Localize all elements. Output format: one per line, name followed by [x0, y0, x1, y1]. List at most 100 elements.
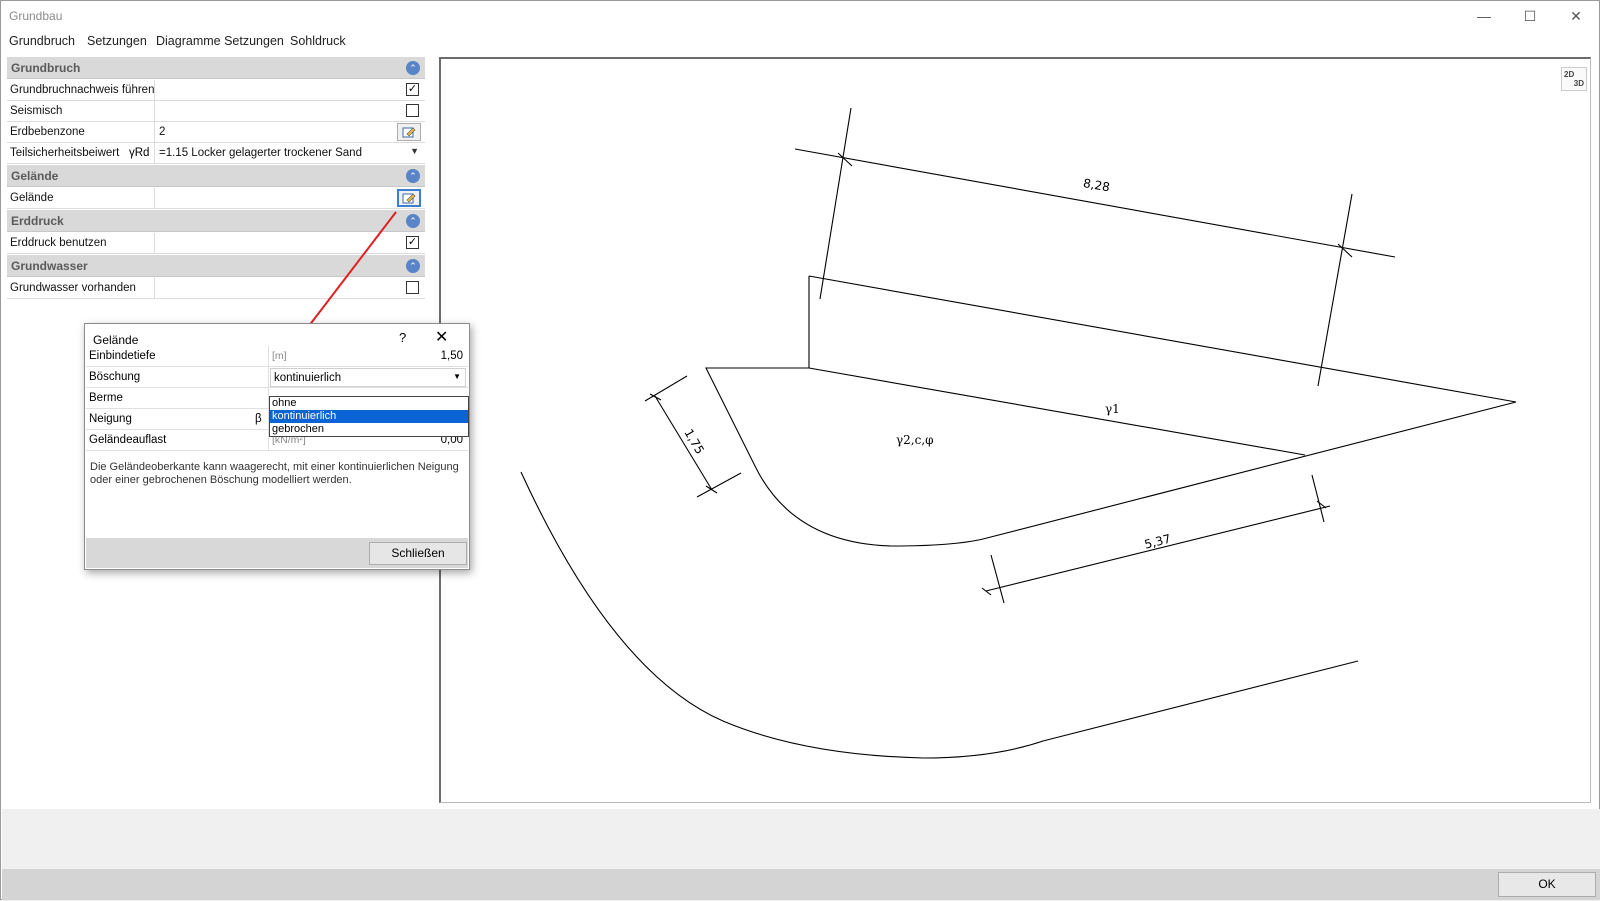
dim-bottom-label: 5,37	[1143, 532, 1172, 552]
tick-mark	[981, 587, 992, 596]
row-label: Neigung	[89, 413, 132, 425]
column-divider	[154, 143, 155, 164]
column-divider	[154, 80, 155, 101]
section-title: Grundbruch	[11, 61, 81, 75]
section-title: Gelände	[11, 169, 59, 183]
tick-mark	[1337, 243, 1353, 258]
window-title: Grundbau	[9, 9, 63, 23]
unit-label: [m]	[272, 350, 287, 362]
row-label: Erdbebenzone	[10, 126, 85, 138]
row-label: Grundwasser vorhanden	[10, 282, 136, 294]
chevron-down-icon[interactable]: ▼	[410, 146, 419, 156]
section-gelaende[interactable]: Gelände ⌃	[7, 165, 425, 187]
maximize-button[interactable]: ☐	[1507, 1, 1553, 31]
dim-bottom-ext-left	[990, 554, 1005, 604]
boeschung-dropdown-list: ohne kontinuierlich gebrochen	[269, 396, 469, 437]
close-window-button[interactable]: ✕	[1553, 1, 1599, 31]
gamma1-line	[808, 367, 1306, 456]
row-label: Seismisch	[10, 105, 63, 117]
section-erddruck[interactable]: Erddruck ⌃	[7, 210, 425, 232]
row-label: Berme	[89, 392, 123, 404]
row-label: Teilsicherheitsbeiwert	[10, 147, 120, 159]
drawing-canvas[interactable]: 8,28 1,75 5,37 γ1 γ2,c,φ	[439, 57, 1591, 803]
column-divider	[268, 367, 269, 388]
menu-grundbruch[interactable]: Grundbruch	[9, 34, 75, 48]
menu-diagramme-setzungen[interactable]: Diagramme Setzungen	[156, 34, 284, 48]
grundbruchnachweis-checkbox[interactable]: ✓	[406, 83, 419, 96]
slip-circle	[520, 471, 1359, 759]
menu-setzungen[interactable]: Setzungen	[87, 34, 147, 48]
column-divider	[154, 233, 155, 254]
seismisch-checkbox[interactable]	[406, 104, 419, 117]
collapse-icon[interactable]: ⌃	[406, 61, 420, 75]
row-teilsicherheitsbeiwert: Teilsicherheitsbeiwert γRd =1.15 Locker …	[7, 143, 425, 164]
property-panel: Grundbruch ⌃ Grundbruchnachweis führen ✓…	[7, 57, 425, 307]
dim-top-ext-left	[819, 107, 852, 300]
option-gebrochen[interactable]: gebrochen	[270, 423, 468, 436]
boeschung-select[interactable]: kontinuierlich ▼	[270, 368, 466, 387]
row-erdbebenzone: Erdbebenzone 2	[7, 122, 425, 143]
app-window: Grundbau — ☐ ✕ Grundbruch Setzungen Diag…	[0, 0, 1600, 900]
section-grundwasser[interactable]: Grundwasser ⌃	[7, 255, 425, 277]
tick-mark	[837, 152, 853, 167]
dialog-close-button[interactable]: ✕	[435, 327, 448, 347]
column-divider	[154, 122, 155, 143]
einbindetiefe-input[interactable]: 1,50	[441, 350, 463, 362]
row-boeschung: Böschung kontinuierlich ▼	[86, 367, 468, 388]
tick-mark	[1316, 500, 1327, 509]
gamma-rd-symbol: γRd	[129, 147, 150, 159]
dialog-footer: Schließen	[86, 538, 468, 568]
erddruck-checkbox[interactable]: ✓	[406, 236, 419, 249]
beta-symbol: β	[255, 413, 262, 425]
option-ohne[interactable]: ohne	[270, 397, 468, 410]
ok-button[interactable]: OK	[1498, 872, 1596, 897]
gelaende-edit-button[interactable]	[397, 189, 421, 207]
row-label: Geländeauflast	[89, 434, 167, 446]
column-divider	[154, 278, 155, 299]
option-kontinuierlich[interactable]: kontinuierlich	[270, 410, 468, 423]
column-divider	[154, 101, 155, 122]
section-title: Grundwasser	[11, 259, 88, 273]
teilsicherheit-value[interactable]: =1.15 Locker gelagerter trockener Sand	[159, 147, 362, 159]
dim-left-label: 1,75	[681, 426, 706, 456]
row-erddruck: Erddruck benutzen ✓	[7, 233, 425, 254]
erdbebenzone-value[interactable]: 2	[159, 126, 165, 138]
collapse-icon[interactable]: ⌃	[406, 214, 420, 228]
edit-icon	[402, 127, 416, 138]
section-title: Erddruck	[11, 214, 64, 228]
edit-icon	[402, 193, 416, 204]
dim-top-label: 8,28	[1082, 176, 1111, 194]
row-grundbruchnachweis: Grundbruchnachweis führen ✓	[7, 80, 425, 101]
bottom-area	[2, 809, 1600, 869]
section-grundbruch[interactable]: Grundbruch ⌃	[7, 57, 425, 79]
status-bar	[2, 869, 1600, 900]
collapse-icon[interactable]: ⌃	[406, 169, 420, 183]
dialog-description: Die Geländeoberkante kann waagerecht, mi…	[90, 461, 459, 486]
row-label: Böschung	[89, 371, 141, 383]
help-button[interactable]: ?	[399, 330, 406, 345]
erdbebenzone-edit-button[interactable]	[397, 123, 421, 141]
column-divider	[154, 188, 155, 209]
menu-sohldruck[interactable]: Sohldruck	[290, 34, 346, 48]
row-label: Einbindetiefe	[89, 350, 156, 362]
title-bar: Grundbau — ☐ ✕	[1, 1, 1599, 31]
row-seismisch: Seismisch	[7, 101, 425, 122]
foundation-drawing: 8,28 1,75 5,37 γ1 γ2,c,φ	[520, 107, 1517, 759]
view-2d-3d-toggle[interactable]: 2D 3D	[1561, 67, 1587, 91]
row-einbindetiefe: Einbindetiefe [m] 1,50	[86, 346, 468, 367]
gamma1-label: γ1	[1105, 402, 1120, 416]
boeschung-selected-value: kontinuierlich	[274, 372, 342, 384]
minimize-button[interactable]: —	[1461, 1, 1507, 31]
grundwasser-checkbox[interactable]	[406, 281, 419, 294]
gamma2-label: γ2,c,φ	[896, 433, 934, 447]
column-divider	[268, 346, 269, 367]
row-label: Grundbruchnachweis führen	[10, 84, 155, 96]
dim-bottom-ext-right	[1311, 474, 1325, 523]
schliessen-button[interactable]: Schließen	[369, 542, 467, 565]
dialog-title: Gelände	[93, 333, 139, 347]
row-label: Erddruck benutzen	[10, 237, 107, 249]
chevron-down-icon[interactable]: ▼	[453, 372, 461, 381]
collapse-icon[interactable]: ⌃	[406, 259, 420, 273]
toggle-2d-label: 2D	[1564, 70, 1575, 79]
row-label: Gelände	[10, 192, 54, 204]
